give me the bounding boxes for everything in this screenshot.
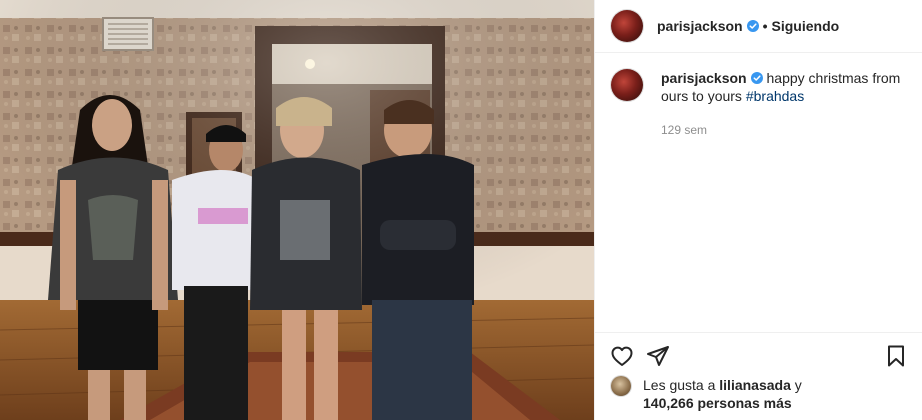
author-username[interactable]: parisjackson <box>657 18 743 34</box>
header-separator: • <box>762 18 768 34</box>
author-avatar[interactable] <box>611 10 643 42</box>
post-photo[interactable] <box>0 0 594 420</box>
liker-avatar[interactable] <box>611 376 631 396</box>
likes-count[interactable]: 140,266 personas más <box>643 395 792 411</box>
verified-badge-icon <box>746 20 759 32</box>
post-sidebar: parisjackson • Siguiendo parisjackson ha… <box>594 0 922 420</box>
likes-summary: Les gusta a lilianasada y 140,266 person… <box>611 376 802 412</box>
caption-author-avatar[interactable] <box>611 69 643 101</box>
following-button[interactable]: Siguiendo <box>772 18 840 34</box>
liker-username[interactable]: lilianasada <box>719 377 791 393</box>
paper-plane-icon <box>647 345 669 366</box>
verified-badge-icon <box>750 72 763 84</box>
likes-prefix: Les gusta a <box>643 377 720 393</box>
post-header: parisjackson • Siguiendo <box>595 0 922 53</box>
bookmark-icon <box>888 345 904 366</box>
post-time-ago[interactable]: 129 sem <box>661 121 901 139</box>
heart-icon <box>611 346 633 366</box>
post-caption: parisjackson happy christmas from ours t… <box>595 53 922 139</box>
caption-hashtag[interactable]: #brahdas <box>746 88 804 104</box>
save-button[interactable] <box>881 341 911 371</box>
like-button[interactable] <box>607 341 637 371</box>
likes-conjunction: y <box>790 377 802 393</box>
likes-text: Les gusta a lilianasada y 140,266 person… <box>643 376 802 412</box>
photo-illustration <box>0 0 594 420</box>
caption-author-username[interactable]: parisjackson <box>661 70 747 86</box>
post-actions <box>595 332 922 378</box>
instagram-post: parisjackson • Siguiendo parisjackson ha… <box>0 0 922 420</box>
caption-body: parisjackson happy christmas from ours t… <box>661 69 901 139</box>
share-button[interactable] <box>643 341 673 371</box>
